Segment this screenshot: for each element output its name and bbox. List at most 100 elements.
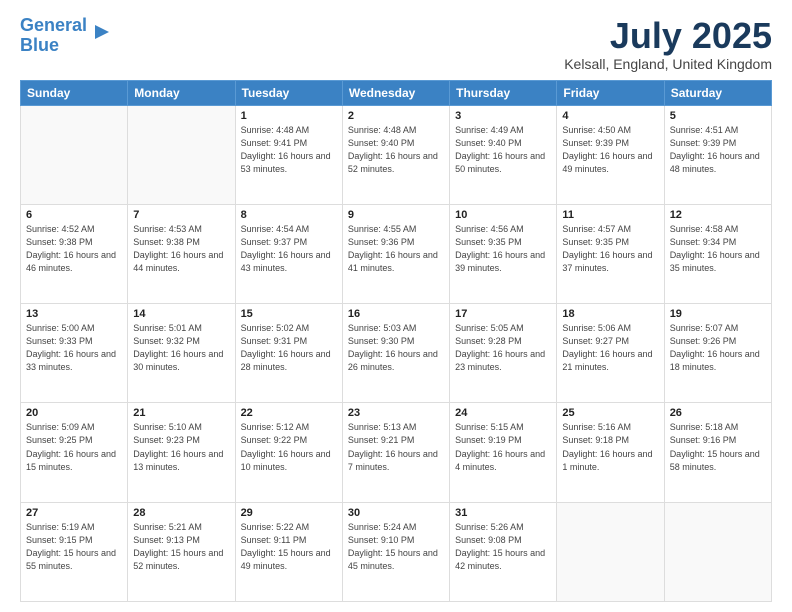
day-info: Sunrise: 5:13 AM Sunset: 9:21 PM Dayligh…	[348, 421, 444, 473]
day-info: Sunrise: 5:16 AM Sunset: 9:18 PM Dayligh…	[562, 421, 658, 473]
header-sunday: Sunday	[21, 80, 128, 105]
page: General Blue July 2025 Kelsall, England,…	[0, 0, 792, 612]
day-number: 23	[348, 407, 444, 419]
calendar-cell: 22 Sunrise: 5:12 AM Sunset: 9:22 PM Dayli…	[235, 403, 342, 502]
calendar-cell: 14 Sunrise: 5:01 AM Sunset: 9:32 PM Dayli…	[128, 304, 235, 403]
day-number: 6	[26, 209, 122, 221]
day-number: 5	[670, 110, 766, 122]
header-friday: Friday	[557, 80, 664, 105]
calendar-cell	[557, 502, 664, 601]
day-info: Sunrise: 5:18 AM Sunset: 9:16 PM Dayligh…	[670, 421, 766, 473]
day-number: 19	[670, 308, 766, 320]
day-number: 3	[455, 110, 551, 122]
day-number: 30	[348, 507, 444, 519]
calendar-cell: 20 Sunrise: 5:09 AM Sunset: 9:25 PM Dayli…	[21, 403, 128, 502]
calendar-cell: 19 Sunrise: 5:07 AM Sunset: 9:26 PM Dayli…	[664, 304, 771, 403]
day-info: Sunrise: 5:24 AM Sunset: 9:10 PM Dayligh…	[348, 521, 444, 573]
day-info: Sunrise: 5:22 AM Sunset: 9:11 PM Dayligh…	[241, 521, 337, 573]
day-info: Sunrise: 5:26 AM Sunset: 9:08 PM Dayligh…	[455, 521, 551, 573]
calendar-cell: 27 Sunrise: 5:19 AM Sunset: 9:15 PM Dayli…	[21, 502, 128, 601]
calendar-cell: 26 Sunrise: 5:18 AM Sunset: 9:16 PM Dayli…	[664, 403, 771, 502]
calendar-cell: 11Sunrise: 4:57 AM Sunset: 9:35 PM Dayli…	[557, 204, 664, 303]
day-info: Sunrise: 5:09 AM Sunset: 9:25 PM Dayligh…	[26, 421, 122, 473]
day-number: 15	[241, 308, 337, 320]
day-number: 22	[241, 407, 337, 419]
day-info: Sunrise: 4:51 AM Sunset: 9:39 PM Dayligh…	[670, 124, 766, 176]
day-info: Sunrise: 4:52 AM Sunset: 9:38 PM Dayligh…	[26, 223, 122, 275]
day-info: Sunrise: 5:12 AM Sunset: 9:22 PM Dayligh…	[241, 421, 337, 473]
month-title: July 2025	[564, 16, 772, 56]
day-info: Sunrise: 4:48 AM Sunset: 9:41 PM Dayligh…	[241, 124, 337, 176]
calendar-cell	[21, 105, 128, 204]
day-number: 4	[562, 110, 658, 122]
week-row-3: 13 Sunrise: 5:00 AM Sunset: 9:33 PM Dayli…	[21, 304, 772, 403]
day-info: Sunrise: 4:49 AM Sunset: 9:40 PM Dayligh…	[455, 124, 551, 176]
header-saturday: Saturday	[664, 80, 771, 105]
day-info: Sunrise: 5:01 AM Sunset: 9:32 PM Dayligh…	[133, 322, 229, 374]
calendar-cell: 18Sunrise: 5:06 AM Sunset: 9:27 PM Dayli…	[557, 304, 664, 403]
day-info: Sunrise: 4:48 AM Sunset: 9:40 PM Dayligh…	[348, 124, 444, 176]
calendar-cell: 5 Sunrise: 4:51 AM Sunset: 9:39 PM Daylig…	[664, 105, 771, 204]
calendar-cell	[664, 502, 771, 601]
day-info: Sunrise: 4:53 AM Sunset: 9:38 PM Dayligh…	[133, 223, 229, 275]
logo-text: General Blue	[20, 16, 87, 56]
day-number: 10	[455, 209, 551, 221]
calendar-cell: 3 Sunrise: 4:49 AM Sunset: 9:40 PM Daylig…	[450, 105, 557, 204]
calendar-cell: 17 Sunrise: 5:05 AM Sunset: 9:28 PM Dayli…	[450, 304, 557, 403]
day-number: 7	[133, 209, 229, 221]
day-number: 9	[348, 209, 444, 221]
calendar-cell: 16 Sunrise: 5:03 AM Sunset: 9:30 PM Dayli…	[342, 304, 449, 403]
week-row-4: 20 Sunrise: 5:09 AM Sunset: 9:25 PM Dayli…	[21, 403, 772, 502]
day-number: 24	[455, 407, 551, 419]
header: General Blue July 2025 Kelsall, England,…	[20, 16, 772, 72]
header-thursday: Thursday	[450, 80, 557, 105]
day-number: 26	[670, 407, 766, 419]
day-info: Sunrise: 5:21 AM Sunset: 9:13 PM Dayligh…	[133, 521, 229, 573]
calendar-cell: 7 Sunrise: 4:53 AM Sunset: 9:38 PM Daylig…	[128, 204, 235, 303]
day-number: 12	[670, 209, 766, 221]
day-info: Sunrise: 5:00 AM Sunset: 9:33 PM Dayligh…	[26, 322, 122, 374]
calendar-header-row: Sunday Monday Tuesday Wednesday Thursday…	[21, 80, 772, 105]
calendar-cell: 15 Sunrise: 5:02 AM Sunset: 9:31 PM Dayli…	[235, 304, 342, 403]
calendar-cell: 1Sunrise: 4:48 AM Sunset: 9:41 PM Daylig…	[235, 105, 342, 204]
calendar-cell: 13 Sunrise: 5:00 AM Sunset: 9:33 PM Dayli…	[21, 304, 128, 403]
day-info: Sunrise: 5:15 AM Sunset: 9:19 PM Dayligh…	[455, 421, 551, 473]
day-number: 17	[455, 308, 551, 320]
calendar-cell: 4 Sunrise: 4:50 AM Sunset: 9:39 PM Daylig…	[557, 105, 664, 204]
day-info: Sunrise: 5:06 AM Sunset: 9:27 PM Dayligh…	[562, 322, 658, 374]
calendar-cell: 2Sunrise: 4:48 AM Sunset: 9:40 PM Daylig…	[342, 105, 449, 204]
header-tuesday: Tuesday	[235, 80, 342, 105]
calendar-cell: 28Sunrise: 5:21 AM Sunset: 9:13 PM Dayli…	[128, 502, 235, 601]
location: Kelsall, England, United Kingdom	[564, 56, 772, 72]
day-number: 25	[562, 407, 658, 419]
week-row-5: 27 Sunrise: 5:19 AM Sunset: 9:15 PM Dayli…	[21, 502, 772, 601]
day-info: Sunrise: 4:50 AM Sunset: 9:39 PM Dayligh…	[562, 124, 658, 176]
day-number: 13	[26, 308, 122, 320]
calendar-cell: 31 Sunrise: 5:26 AM Sunset: 9:08 PM Dayli…	[450, 502, 557, 601]
day-number: 20	[26, 407, 122, 419]
day-info: Sunrise: 4:58 AM Sunset: 9:34 PM Dayligh…	[670, 223, 766, 275]
calendar-body: 1Sunrise: 4:48 AM Sunset: 9:41 PM Daylig…	[21, 105, 772, 601]
calendar-cell: 10Sunrise: 4:56 AM Sunset: 9:35 PM Dayli…	[450, 204, 557, 303]
calendar-cell: 9 Sunrise: 4:55 AM Sunset: 9:36 PM Daylig…	[342, 204, 449, 303]
logo: General Blue	[20, 16, 113, 56]
day-info: Sunrise: 5:02 AM Sunset: 9:31 PM Dayligh…	[241, 322, 337, 374]
day-number: 27	[26, 507, 122, 519]
calendar-cell: 24 Sunrise: 5:15 AM Sunset: 9:19 PM Dayli…	[450, 403, 557, 502]
day-info: Sunrise: 4:55 AM Sunset: 9:36 PM Dayligh…	[348, 223, 444, 275]
day-number: 11	[562, 209, 658, 221]
day-info: Sunrise: 5:05 AM Sunset: 9:28 PM Dayligh…	[455, 322, 551, 374]
day-number: 14	[133, 308, 229, 320]
day-info: Sunrise: 5:07 AM Sunset: 9:26 PM Dayligh…	[670, 322, 766, 374]
day-number: 16	[348, 308, 444, 320]
calendar-cell: 30 Sunrise: 5:24 AM Sunset: 9:10 PM Dayli…	[342, 502, 449, 601]
header-monday: Monday	[128, 80, 235, 105]
calendar-cell: 6 Sunrise: 4:52 AM Sunset: 9:38 PM Daylig…	[21, 204, 128, 303]
day-info: Sunrise: 5:03 AM Sunset: 9:30 PM Dayligh…	[348, 322, 444, 374]
logo-blue: Blue	[20, 35, 59, 55]
day-info: Sunrise: 5:19 AM Sunset: 9:15 PM Dayligh…	[26, 521, 122, 573]
calendar-cell: 21Sunrise: 5:10 AM Sunset: 9:23 PM Dayli…	[128, 403, 235, 502]
calendar-cell: 25 Sunrise: 5:16 AM Sunset: 9:18 PM Dayli…	[557, 403, 664, 502]
day-number: 31	[455, 507, 551, 519]
calendar-cell: 23 Sunrise: 5:13 AM Sunset: 9:21 PM Dayli…	[342, 403, 449, 502]
